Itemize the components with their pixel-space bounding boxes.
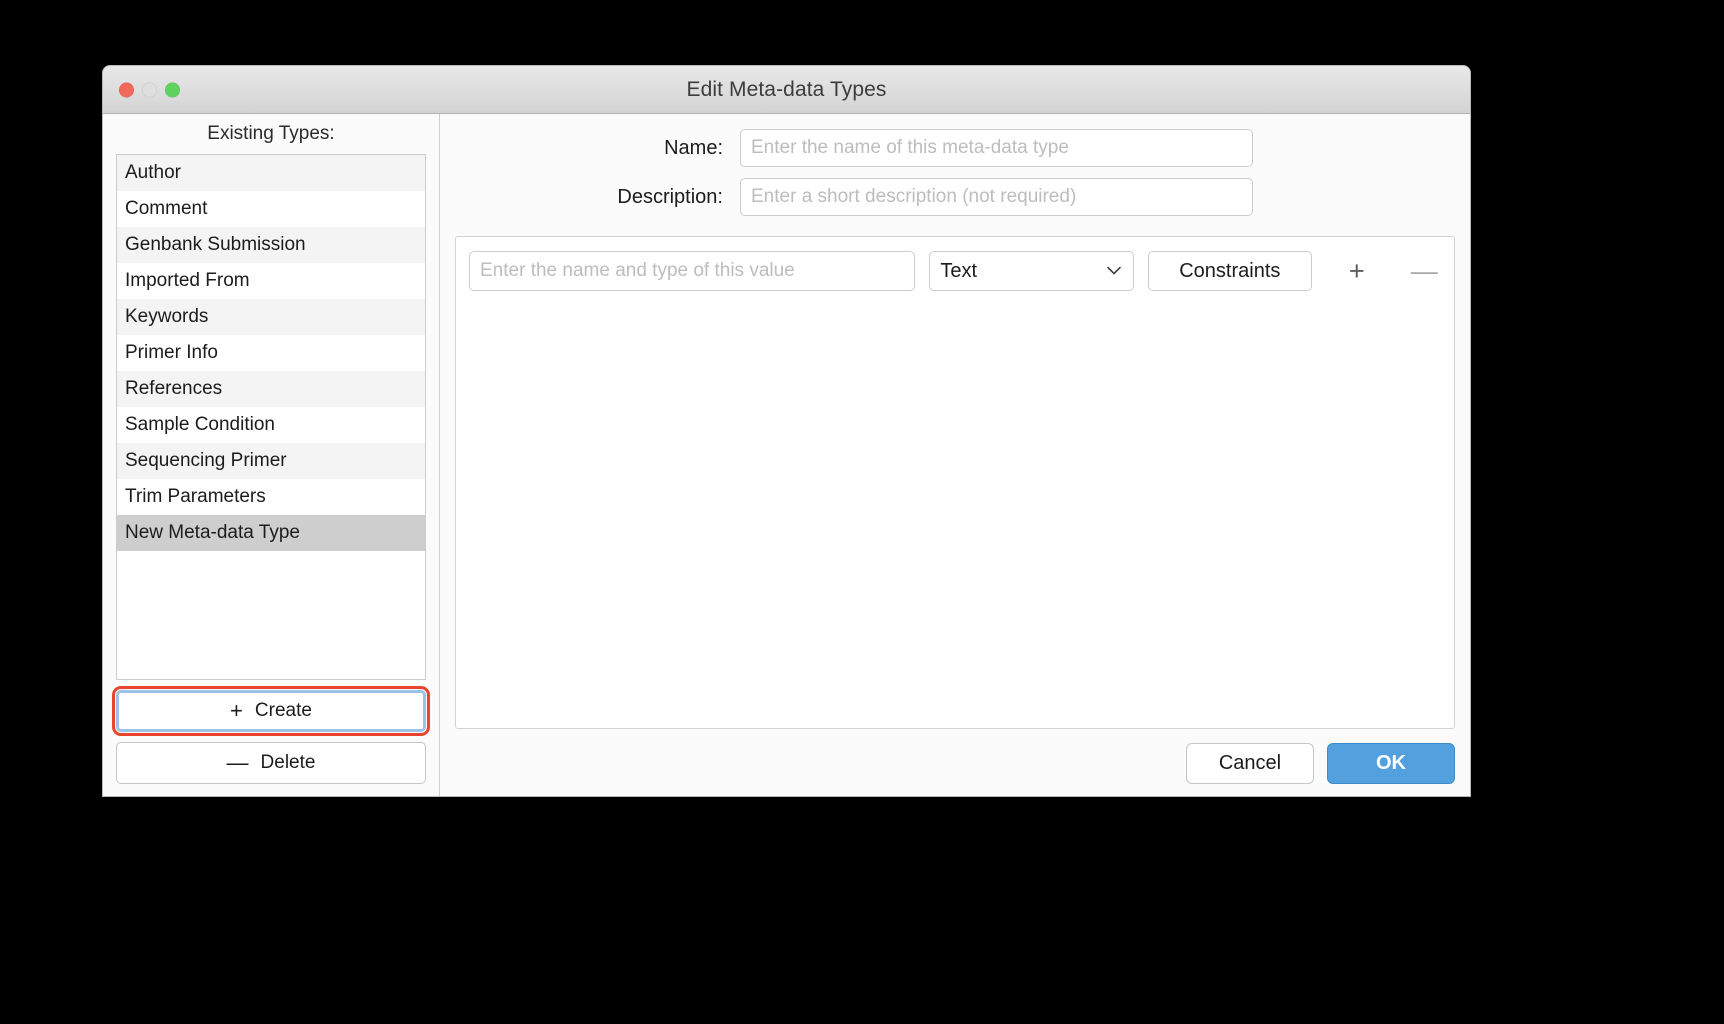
list-item[interactable]: Sample Condition [117, 407, 425, 443]
traffic-light-controls [119, 82, 180, 97]
maximize-window-icon[interactable] [165, 82, 180, 97]
value-type-select[interactable]: Text [929, 251, 1134, 291]
list-item[interactable]: Imported From [117, 263, 425, 299]
constraints-button[interactable]: Constraints [1147, 251, 1313, 291]
list-item[interactable]: Primer Info [117, 335, 425, 371]
minimize-window-icon[interactable] [142, 82, 157, 97]
meta-data-type-editor: Name: Description: Text [440, 114, 1470, 796]
list-item[interactable]: Author [117, 155, 425, 191]
minus-icon: — [226, 750, 249, 775]
cancel-button-label: Cancel [1218, 752, 1282, 774]
create-button-label: Create [254, 700, 312, 721]
value-row: Text Constraints + — [469, 251, 1441, 291]
values-panel: Text Constraints + — [455, 236, 1455, 729]
name-input[interactable] [740, 129, 1253, 167]
ok-button-label: OK [1376, 752, 1406, 774]
list-item[interactable]: Trim Parameters [117, 479, 425, 515]
value-type-selected-label: Text [940, 259, 978, 282]
list-item-selected[interactable]: New Meta-data Type [117, 515, 425, 551]
dialog-footer: Cancel OK [455, 729, 1455, 784]
window-titlebar: Edit Meta-data Types [103, 66, 1470, 114]
list-item[interactable]: Comment [117, 191, 425, 227]
description-input[interactable] [740, 178, 1253, 216]
create-button[interactable]: + Create [112, 686, 430, 736]
window-title: Edit Meta-data Types [686, 77, 887, 101]
existing-types-list[interactable]: Author Comment Genbank Submission Import… [116, 154, 426, 680]
delete-button[interactable]: — Delete [116, 742, 426, 784]
name-field-row: Name: [455, 129, 1455, 167]
existing-types-panel: Existing Types: Author Comment Genbank S… [103, 114, 440, 796]
close-window-icon[interactable] [119, 82, 134, 97]
value-name-input[interactable] [469, 251, 916, 291]
ok-button[interactable]: OK [1327, 743, 1455, 784]
constraints-button-label: Constraints [1179, 259, 1281, 282]
list-item[interactable]: Keywords [117, 299, 425, 335]
remove-value-icon[interactable]: — [1408, 254, 1441, 288]
delete-button-label: Delete [260, 752, 316, 773]
list-item[interactable]: Genbank Submission [117, 227, 425, 263]
list-item[interactable]: References [117, 371, 425, 407]
window-body: Existing Types: Author Comment Genbank S… [103, 114, 1470, 796]
list-action-buttons: + Create — Delete [112, 686, 430, 784]
add-value-icon[interactable]: + [1340, 254, 1373, 288]
description-field-row: Description: [455, 178, 1455, 216]
chevron-down-icon [1106, 266, 1121, 275]
name-label: Name: [664, 136, 723, 159]
edit-meta-data-types-window: Edit Meta-data Types Existing Types: Aut… [103, 66, 1470, 796]
list-item[interactable]: Sequencing Primer [117, 443, 425, 479]
existing-types-heading: Existing Types: [207, 123, 335, 144]
plus-icon: + [230, 698, 243, 723]
description-label: Description: [617, 185, 723, 208]
screen: Edit Meta-data Types Existing Types: Aut… [0, 0, 1724, 1024]
cancel-button[interactable]: Cancel [1186, 743, 1314, 784]
